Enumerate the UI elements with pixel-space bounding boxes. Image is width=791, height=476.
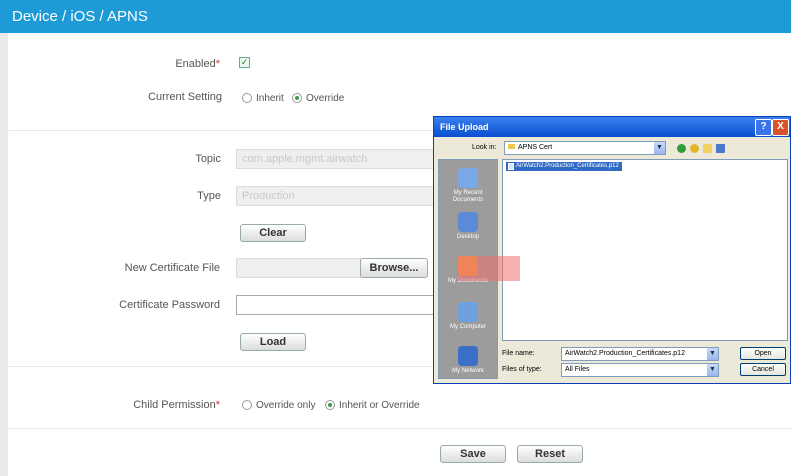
topic-label: Topic bbox=[195, 153, 221, 165]
new-folder-icon[interactable] bbox=[703, 144, 712, 153]
topic-field[interactable]: com.apple.mgmt.airwatch bbox=[236, 149, 436, 169]
recent-documents-icon bbox=[458, 168, 478, 188]
certificate-file-field[interactable] bbox=[236, 258, 361, 278]
back-icon[interactable] bbox=[677, 144, 686, 153]
place-desktop[interactable]: Desktop bbox=[439, 212, 497, 241]
reset-button[interactable]: Reset bbox=[517, 445, 583, 463]
files-of-type-label: Files of type: bbox=[502, 366, 542, 373]
dialog-title: File Upload bbox=[440, 122, 489, 132]
up-folder-icon[interactable] bbox=[690, 144, 699, 153]
folder-icon bbox=[508, 144, 515, 149]
desktop-icon bbox=[458, 212, 478, 232]
views-menu-icon[interactable] bbox=[716, 144, 725, 153]
enabled-label: Enabled* bbox=[175, 58, 220, 70]
page-title: Device / iOS / APNS bbox=[12, 8, 148, 25]
chevron-down-icon: ▼ bbox=[707, 348, 718, 360]
open-button[interactable]: Open bbox=[740, 347, 786, 360]
file-name-combo[interactable]: AirWatch2.Production_Certificates.p12 ▼ bbox=[561, 347, 719, 361]
dialog-title-bar: File Upload ? X bbox=[434, 117, 790, 137]
chevron-down-icon: ▼ bbox=[654, 142, 665, 154]
close-icon[interactable]: X bbox=[772, 119, 789, 136]
page-header: Device / iOS / APNS bbox=[0, 0, 791, 33]
section-divider-3 bbox=[9, 428, 791, 429]
look-in-combo[interactable]: APNS Cert ▼ bbox=[504, 141, 666, 155]
certificate-password-field[interactable] bbox=[236, 295, 436, 315]
certificate-password-label: Certificate Password bbox=[119, 299, 220, 311]
type-label: Type bbox=[197, 190, 221, 202]
place-my-computer[interactable]: My Computer bbox=[439, 302, 497, 331]
clear-button[interactable]: Clear bbox=[240, 224, 306, 242]
chevron-down-icon: ▼ bbox=[707, 364, 718, 376]
inherit-or-override-radio[interactable] bbox=[325, 400, 335, 410]
inherit-radio[interactable] bbox=[242, 93, 252, 103]
override-only-label: Override only bbox=[256, 400, 316, 411]
files-of-type-combo[interactable]: All Files ▼ bbox=[561, 363, 719, 377]
help-icon[interactable]: ? bbox=[755, 119, 772, 136]
override-radio-label: Override bbox=[306, 93, 345, 104]
override-radio[interactable] bbox=[292, 93, 302, 103]
enabled-checkbox[interactable]: ✓ bbox=[239, 57, 250, 68]
inherit-radio-label: Inherit bbox=[256, 93, 284, 104]
file-name-label: File name: bbox=[502, 350, 535, 357]
my-network-icon bbox=[458, 346, 478, 366]
place-my-network[interactable]: My Network bbox=[439, 346, 497, 375]
load-button[interactable]: Load bbox=[240, 333, 306, 351]
file-list[interactable]: AirWatch2.Production_Certificates.p12 bbox=[502, 159, 788, 341]
cancel-button[interactable]: Cancel bbox=[740, 363, 786, 376]
file-upload-dialog: File Upload ? X Look in: APNS Cert ▼ My … bbox=[433, 116, 791, 384]
file-item-selected[interactable]: AirWatch2.Production_Certificates.p12 bbox=[506, 162, 622, 171]
new-certificate-label: New Certificate File bbox=[124, 262, 220, 274]
child-permission-label: Child Permission* bbox=[133, 399, 220, 411]
override-only-radio[interactable] bbox=[242, 400, 252, 410]
my-computer-icon bbox=[458, 302, 478, 322]
highlight-overlay bbox=[457, 256, 520, 281]
left-frame bbox=[0, 33, 8, 476]
place-recent-documents[interactable]: My Recent Documents bbox=[439, 168, 497, 204]
current-setting-label: Current Setting bbox=[148, 91, 222, 103]
save-button[interactable]: Save bbox=[440, 445, 506, 463]
browse-button[interactable]: Browse... bbox=[360, 258, 428, 278]
inherit-or-override-label: Inherit or Override bbox=[339, 400, 420, 411]
look-in-label: Look in: bbox=[472, 144, 497, 151]
type-field[interactable]: Production bbox=[236, 186, 436, 206]
